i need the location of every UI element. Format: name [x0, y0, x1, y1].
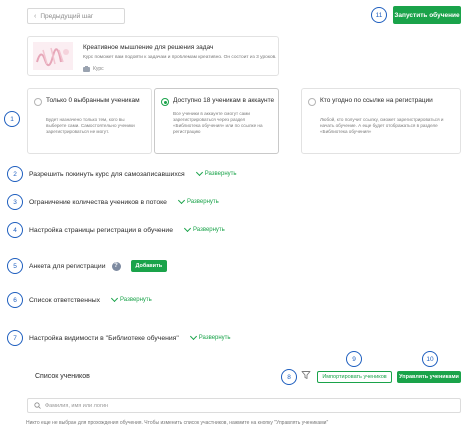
search-icon	[34, 402, 41, 409]
radio-button[interactable]	[308, 98, 316, 106]
radio-button-selected[interactable]	[161, 98, 169, 106]
add-form-button[interactable]: Добавить	[130, 260, 168, 272]
callout-badge-6: 6	[7, 292, 23, 308]
section-library-visibility[interactable]: 7 Настройка видимости в "Библиотеке обуч…	[7, 330, 231, 346]
callout-badge-4: 4	[7, 222, 23, 238]
course-title: Креативное мышление для решения задач	[83, 44, 214, 51]
course-thumbnail	[33, 42, 73, 70]
chevron-down-icon	[110, 294, 119, 303]
student-search-box[interactable]	[27, 398, 461, 413]
chevron-down-icon	[183, 224, 192, 233]
expand-label: Развернуть	[186, 199, 219, 205]
course-type: Курс	[83, 66, 104, 72]
radio-button[interactable]	[34, 98, 42, 106]
expand-toggle[interactable]: Развернуть	[177, 196, 219, 205]
section-label: Настройка видимости в "Библиотеке обучен…	[29, 334, 179, 342]
section-label: Ограничение количества учеников в потоке	[29, 198, 167, 206]
option-title: Кто угодно по ссылке на регистрации	[320, 97, 433, 104]
section-label: Анкета для регистрации	[29, 262, 106, 270]
section-student-limit[interactable]: 3 Ограничение количества учеников в пото…	[7, 194, 219, 210]
option-description: Будет назначено только тем, кого вы выбе…	[46, 117, 135, 134]
help-icon[interactable]: ?	[111, 261, 121, 271]
previous-step-button[interactable]: ‹ Предыдущий шаг	[27, 8, 125, 24]
callout-badge-7: 7	[7, 330, 23, 346]
course-type-label: Курс	[93, 66, 104, 72]
callout-badge-8: 8	[281, 369, 297, 385]
section-allow-leave[interactable]: 2 Разрешить покинуть курс для самозаписа…	[7, 166, 237, 182]
callout-badge-5: 5	[7, 258, 23, 274]
section-registration-form: 5 Анкета для регистрации ? Добавить	[7, 258, 168, 274]
chevron-left-icon: ‹	[34, 12, 37, 20]
student-search-input[interactable]	[45, 402, 425, 409]
manage-students-button[interactable]: Управлять учениками	[397, 371, 461, 383]
chevron-down-icon	[195, 168, 203, 177]
filter-icon[interactable]	[301, 370, 311, 380]
students-list-title: Список учеников	[35, 373, 90, 380]
chevron-down-icon	[189, 332, 197, 341]
expand-label: Развернуть	[198, 335, 231, 341]
callout-badge-2: 2	[7, 166, 23, 182]
access-option-account[interactable]: Доступно 18 ученикам в аккаунте Все учен…	[154, 88, 279, 154]
access-option-selected-only[interactable]: Только 0 выбранным ученикам Будет назнач…	[27, 88, 152, 154]
callout-badge-9: 9	[346, 351, 362, 367]
course-description: Курс поможет вам подойти к задачам и про…	[83, 55, 277, 60]
expand-toggle[interactable]: Развернуть	[195, 168, 237, 177]
section-responsible-list[interactable]: 6 Список ответственных Развернуть	[7, 292, 152, 308]
course-card: Креативное мышление для решения задач Ку…	[27, 36, 279, 76]
expand-toggle[interactable]: Развернуть	[110, 294, 152, 303]
expand-label: Развернуть	[193, 227, 225, 233]
previous-step-label: Предыдущий шаг	[40, 12, 94, 20]
import-students-button[interactable]: Импортировать учеников	[317, 371, 392, 383]
section-label: Список ответственных	[29, 296, 100, 304]
callout-badge-1: 1	[4, 111, 20, 127]
option-title: Только 0 выбранным ученикам	[46, 97, 140, 104]
callout-badge-11: 11	[371, 7, 387, 23]
option-description: Любой, кто получит ссылку, сможет зареги…	[320, 117, 444, 134]
section-label: Настройка страницы регистрации в обучени…	[29, 226, 173, 234]
course-icon	[83, 66, 90, 72]
option-description: Все ученики в аккаунте смогут сами зарег…	[173, 111, 263, 134]
expand-toggle[interactable]: Развернуть	[189, 332, 231, 341]
access-option-link[interactable]: Кто угодно по ссылке на регистрации Любо…	[301, 88, 461, 154]
expand-label: Развернуть	[204, 171, 237, 177]
expand-label: Развернуть	[120, 297, 152, 303]
section-registration-page[interactable]: 4 Настройка страницы регистрации в обуче…	[7, 222, 225, 238]
option-title: Доступно 18 ученикам в аккаунте	[173, 97, 275, 104]
launch-training-button[interactable]: Запустить обучение	[393, 6, 461, 24]
expand-toggle[interactable]: Развернуть	[183, 224, 225, 233]
section-label: Разрешить покинуть курс для самозаписавш…	[29, 170, 185, 178]
callout-badge-10: 10	[422, 351, 438, 367]
empty-list-note: Никто еще не выбран для прохождения обуч…	[26, 420, 329, 426]
chevron-down-icon	[177, 196, 185, 205]
callout-badge-3: 3	[7, 194, 23, 210]
